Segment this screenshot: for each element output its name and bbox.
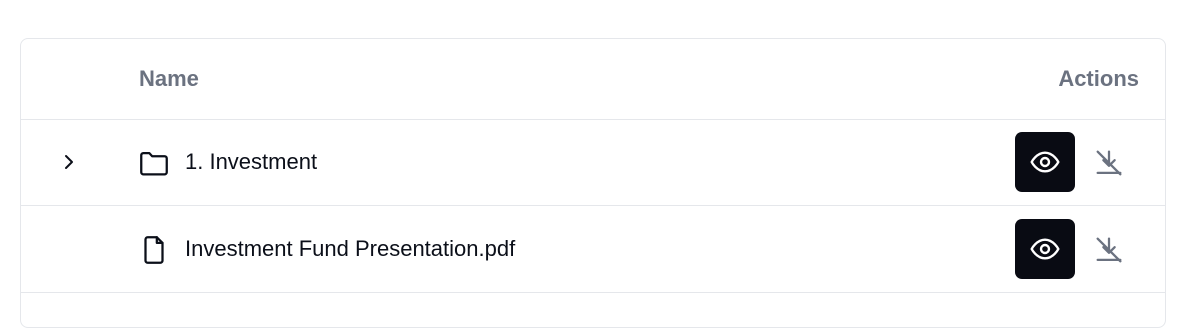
table-row[interactable]: Investment Fund Presentation.pdf: [21, 206, 1165, 293]
folder-icon: [137, 146, 171, 180]
file-name[interactable]: Investment Fund Presentation.pdf: [185, 206, 515, 292]
column-header-actions: Actions: [1058, 66, 1139, 91]
eye-icon: [1030, 238, 1060, 260]
view-button[interactable]: [1015, 132, 1075, 192]
table-row[interactable]: 1. Investment: [21, 119, 1165, 206]
chevron-right-icon[interactable]: [57, 150, 81, 174]
download-off-icon: [1096, 237, 1122, 263]
download-disabled-button[interactable]: [1091, 146, 1127, 180]
download-off-icon: [1096, 150, 1122, 176]
view-button[interactable]: [1015, 219, 1075, 279]
eye-icon: [1030, 151, 1060, 173]
column-header-name[interactable]: Name: [139, 39, 199, 119]
table-header: Name Actions: [21, 39, 1165, 120]
folder-name[interactable]: 1. Investment: [185, 119, 317, 205]
download-disabled-button[interactable]: [1091, 233, 1127, 267]
file-icon: [137, 233, 171, 267]
files-table: Name Actions 1. Investment Investment Fu…: [20, 38, 1166, 328]
